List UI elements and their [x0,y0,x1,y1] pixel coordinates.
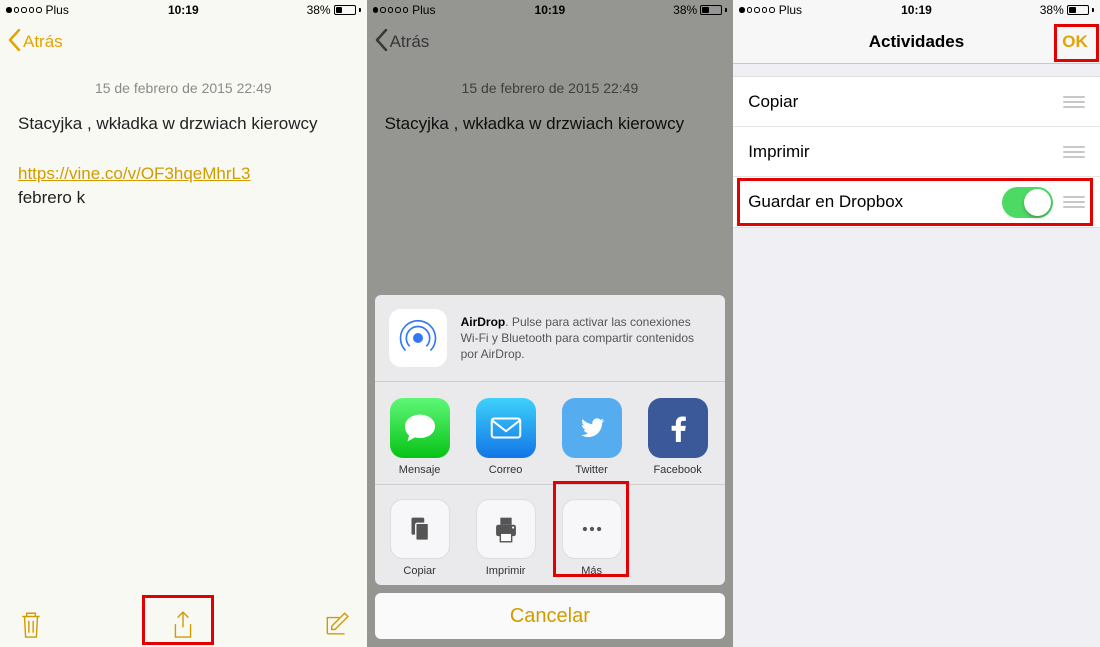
mail-icon [476,398,536,458]
back-button[interactable]: Atrás [8,29,63,56]
nav-bar: Atrás [0,20,367,64]
copy-icon [390,499,450,559]
battery-pct: 38% [1040,3,1064,17]
more-icon [562,499,622,559]
share-icon[interactable] [170,612,196,638]
app-label: Facebook [653,464,701,476]
back-label: Atrás [23,32,63,52]
app-twitter[interactable]: Twitter [555,398,629,476]
app-label: Mensaje [399,464,441,476]
action-label: Copiar [403,565,435,577]
signal-strength-icon [739,7,775,13]
chevron-left-icon [8,29,21,56]
note-text-1: Stacyjka , wkładka w drzwiach kierowcy [18,112,349,137]
status-bar: Plus 10:19 38% [733,0,1100,20]
signal-strength-icon [6,7,42,13]
note-date: 15 de febrero de 2015 22:49 [18,78,349,98]
battery-icon [1067,5,1089,15]
cancel-button[interactable]: Cancelar [375,593,726,639]
facebook-icon [648,398,708,458]
screen-activities: Plus 10:19 38% Actividades OK Copiar Imp… [733,0,1100,647]
activity-copy[interactable]: Copiar [733,77,1100,127]
carrier-label: Plus [779,3,802,17]
trash-icon[interactable] [18,612,44,638]
toggle-switch[interactable] [1002,187,1053,218]
airdrop-text: AirDrop. Pulse para activar las conexion… [461,314,712,363]
action-label: Imprimir [486,565,526,577]
activity-label: Copiar [748,92,1053,112]
app-label: Twitter [575,464,607,476]
activity-dropbox[interactable]: Guardar en Dropbox [733,177,1100,227]
twitter-icon [562,398,622,458]
ok-button[interactable]: OK [1062,32,1088,52]
action-copy[interactable]: Copiar [383,499,457,577]
airdrop-icon [389,309,447,367]
airdrop-row[interactable]: AirDrop. Pulse para activar las conexion… [375,295,726,381]
activity-label: Imprimir [748,142,1053,162]
screen-note: Plus 10:19 38% Atrás 15 de febrero de 20… [0,0,367,647]
reorder-handle-icon[interactable] [1063,96,1085,108]
note-link[interactable]: https://vine.co/v/OF3hqeMhrL3 [18,164,250,183]
status-bar: Plus 10:19 38% [0,0,367,20]
action-more[interactable]: Más [555,499,629,577]
share-sheet: AirDrop. Pulse para activar las conexion… [367,287,734,647]
app-mail[interactable]: Correo [469,398,543,476]
reorder-handle-icon[interactable] [1063,196,1085,208]
app-messages[interactable]: Mensaje [383,398,457,476]
carrier-label: Plus [46,3,69,17]
battery-pct: 38% [307,3,331,17]
activity-label: Guardar en Dropbox [748,192,992,212]
messages-icon [390,398,450,458]
share-actions-row: Copiar Imprimir Más [375,485,726,585]
nav-bar: Actividades OK [733,20,1100,64]
toolbar [0,603,367,647]
activity-print[interactable]: Imprimir [733,127,1100,177]
app-facebook[interactable]: Facebook [641,398,715,476]
print-icon [476,499,536,559]
page-title: Actividades [733,32,1100,52]
screen-share-sheet: Plus 10:19 38% Atrás 15 de febrero de 20… [367,0,734,647]
action-print[interactable]: Imprimir [469,499,543,577]
action-label: Más [581,565,602,577]
compose-icon[interactable] [323,612,349,638]
share-apps-row: Mensaje Correo Twitter [375,382,726,484]
battery-icon [334,5,356,15]
reorder-handle-icon[interactable] [1063,146,1085,158]
note-text-2: febrero k [18,186,349,211]
app-label: Correo [489,464,523,476]
activities-list: Copiar Imprimir Guardar en Dropbox [733,76,1100,228]
note-body[interactable]: 15 de febrero de 2015 22:49 Stacyjka , w… [0,64,367,603]
